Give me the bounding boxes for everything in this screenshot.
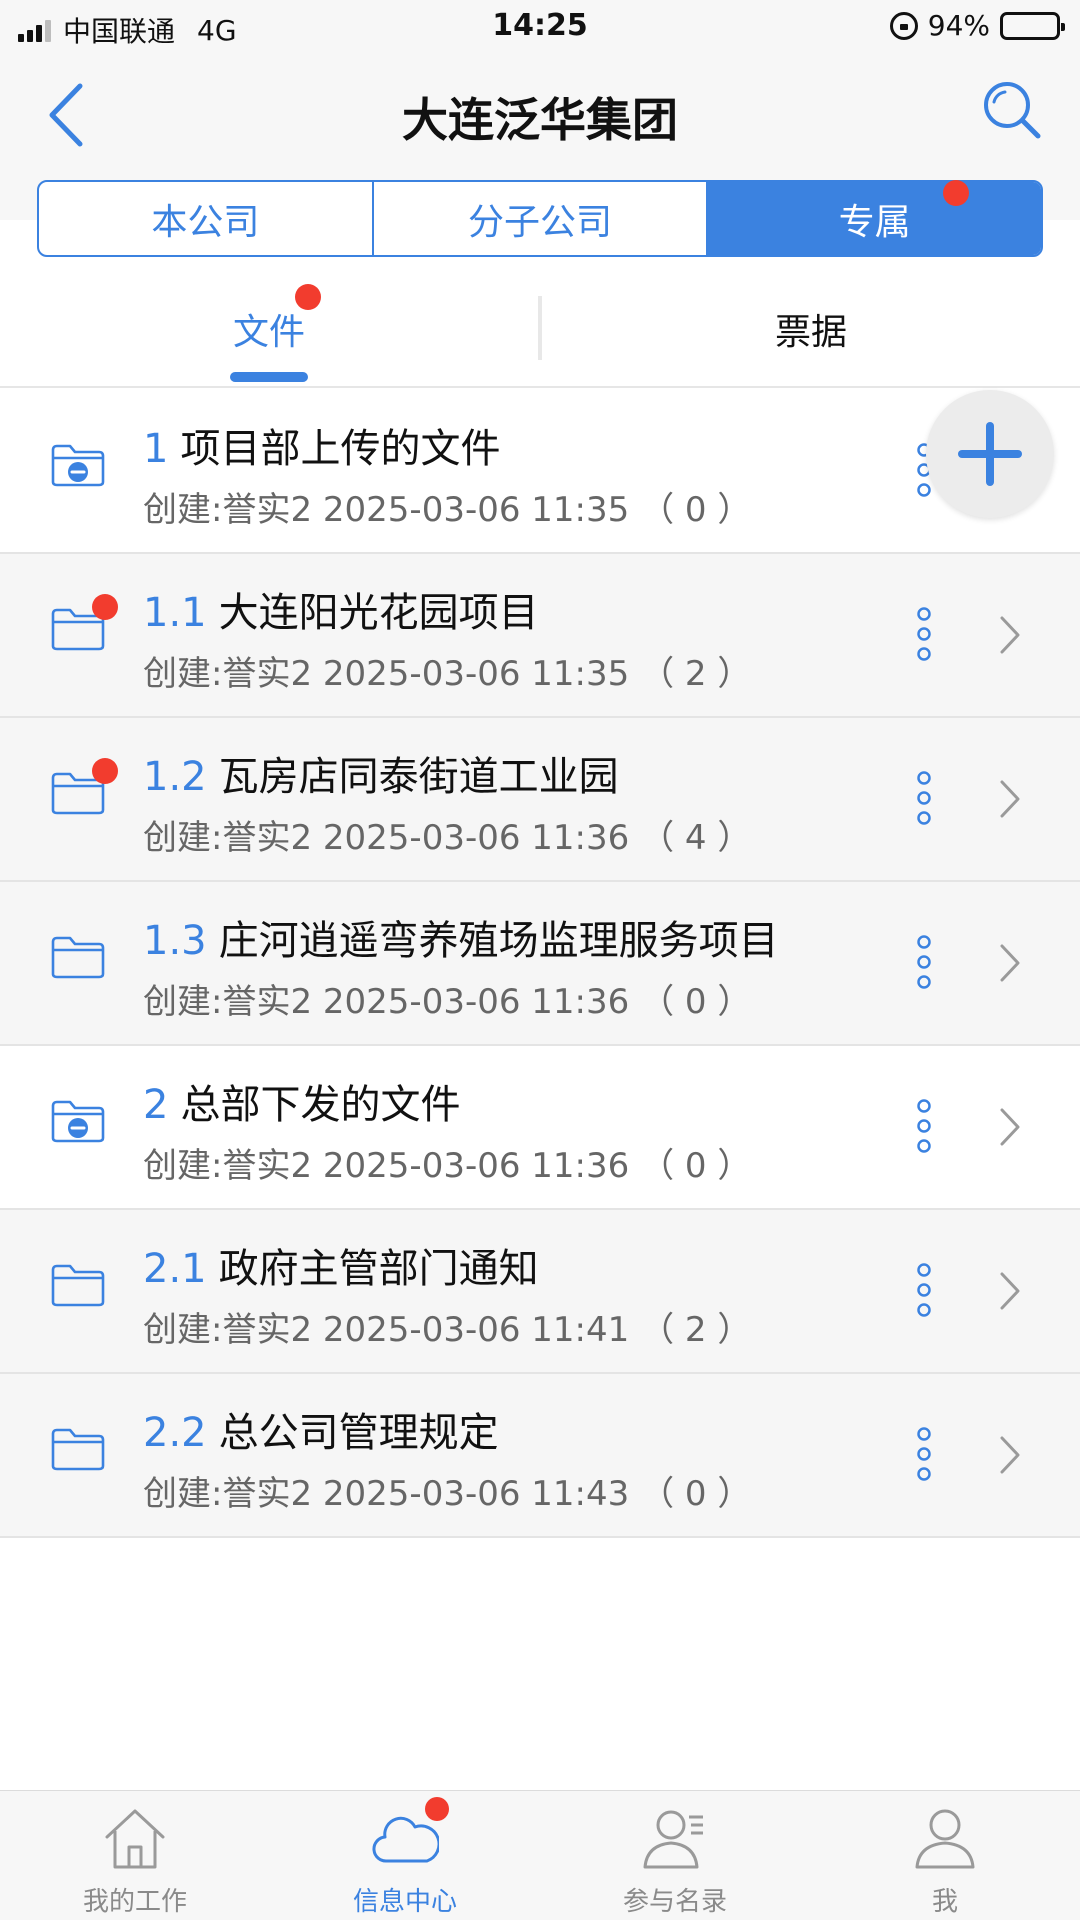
folder-icon xyxy=(50,1262,106,1308)
folder-title: 1.3 庄河逍遥弯养殖场监理服务项目 xyxy=(143,908,779,966)
segment-label: 本公司 xyxy=(151,201,260,243)
add-button[interactable] xyxy=(926,390,1054,518)
folder-name: 庄河逍遥弯养殖场监理服务项目 xyxy=(218,918,779,964)
search-button[interactable] xyxy=(980,78,1044,142)
folder-list: 1 项目部上传的文件 创建:誉实2 2025-03-06 11:35 （ 0 ） … xyxy=(0,390,1080,1538)
folder-number: 2.2 xyxy=(143,1410,207,1456)
search-icon xyxy=(984,82,1041,139)
list-item[interactable]: 1.1 大连阳光花园项目 创建:誉实2 2025-03-06 11:35 （ 2 … xyxy=(0,554,1080,718)
more-options-icon[interactable] xyxy=(914,934,934,990)
rotation-lock-icon xyxy=(889,11,918,40)
folder-name: 总公司管理规定 xyxy=(218,1410,499,1456)
segment-label: 专属 xyxy=(838,201,911,243)
folder-meta: 创建:誉实2 2025-03-06 11:41 （ 2 ） xyxy=(143,1310,752,1350)
chevron-right-icon xyxy=(998,778,1022,820)
sub-tabs: 文件 票据 xyxy=(0,272,1080,388)
tab-directory[interactable]: 参与名录 xyxy=(540,1791,810,1920)
list-item[interactable]: 1.3 庄河逍遥弯养殖场监理服务项目 创建:誉实2 2025-03-06 11:3… xyxy=(0,882,1080,1046)
folder-title: 2.1 政府主管部门通知 xyxy=(143,1236,539,1294)
list-item[interactable]: 2.2 总公司管理规定 创建:誉实2 2025-03-06 11:43 （ 0 ） xyxy=(0,1374,1080,1538)
folder-name: 总部下发的文件 xyxy=(180,1082,461,1128)
tab-label: 文件 xyxy=(232,312,305,353)
folder-meta: 创建:誉实2 2025-03-06 11:35 （ 0 ） xyxy=(143,490,752,530)
folder-meta: 创建:誉实2 2025-03-06 11:36 （ 0 ） xyxy=(143,1146,752,1186)
folder-number: 1 xyxy=(143,426,169,472)
folder-meta: 创建:誉实2 2025-03-06 11:36 （ 0 ） xyxy=(143,982,752,1022)
status-bar: 中国联通 4G 14:25 94% xyxy=(0,0,1080,54)
folder-name: 瓦房店同泰街道工业园 xyxy=(218,754,619,800)
tab-label: 票据 xyxy=(774,312,847,353)
more-options-icon[interactable] xyxy=(914,1098,934,1154)
profile-icon xyxy=(915,1809,975,1869)
shared-folder-icon xyxy=(50,442,106,488)
company-segmented-control: 本公司 分子公司 专属 xyxy=(37,180,1043,257)
folder-title: 2.2 总公司管理规定 xyxy=(143,1400,499,1458)
folder-meta: 创建:誉实2 2025-03-06 11:36 （ 4 ） xyxy=(143,818,752,858)
tab-bar-label: 信息中心 xyxy=(352,1887,457,1917)
segment-subsidiaries[interactable]: 分子公司 xyxy=(374,182,709,255)
more-options-icon[interactable] xyxy=(914,1262,934,1318)
tab-receipts[interactable]: 票据 xyxy=(542,272,1080,386)
segment-this-company[interactable]: 本公司 xyxy=(39,182,374,255)
folder-title: 1.1 大连阳光花园项目 xyxy=(143,580,539,638)
chevron-right-icon xyxy=(998,1270,1022,1312)
folder-title: 2 总部下发的文件 xyxy=(143,1072,460,1130)
folder-name: 项目部上传的文件 xyxy=(180,426,501,472)
battery-icon xyxy=(1000,11,1065,40)
folder-meta: 创建:誉实2 2025-03-06 11:35 （ 2 ） xyxy=(143,654,752,694)
list-item[interactable]: 1 项目部上传的文件 创建:誉实2 2025-03-06 11:35 （ 0 ） xyxy=(0,390,1080,554)
folder-icon xyxy=(50,1426,106,1472)
bottom-tab-bar: 我的工作 信息中心 参与名录 我 xyxy=(0,1790,1080,1920)
notification-dot xyxy=(943,180,970,206)
chevron-right-icon xyxy=(998,1106,1022,1148)
chevron-right-icon xyxy=(998,614,1022,656)
folder-number: 2 xyxy=(143,1082,169,1128)
list-item[interactable]: 2.1 政府主管部门通知 创建:誉实2 2025-03-06 11:41 （ 2 … xyxy=(0,1210,1080,1374)
list-item[interactable]: 2 总部下发的文件 创建:誉实2 2025-03-06 11:36 （ 0 ） xyxy=(0,1046,1080,1210)
tab-info-center[interactable]: 信息中心 xyxy=(270,1791,540,1920)
chevron-right-icon xyxy=(998,942,1022,984)
segment-exclusive[interactable]: 专属 xyxy=(708,180,1042,255)
more-options-icon[interactable] xyxy=(914,770,934,826)
folder-name: 政府主管部门通知 xyxy=(218,1246,539,1292)
plus-icon xyxy=(958,422,1022,486)
folder-number: 1.1 xyxy=(143,590,207,636)
folder-title: 1.2 瓦房店同泰街道工业园 xyxy=(143,744,619,802)
notification-dot xyxy=(92,594,118,620)
battery-percent: 94% xyxy=(927,9,990,42)
chevron-right-icon xyxy=(998,1434,1022,1476)
home-icon xyxy=(105,1809,165,1869)
status-right: 94% xyxy=(889,9,1065,42)
notification-dot xyxy=(295,284,321,310)
list-item[interactable]: 1.2 瓦房店同泰街道工业园 创建:誉实2 2025-03-06 11:36 （ … xyxy=(0,718,1080,882)
shared-folder-icon xyxy=(50,1098,106,1144)
nav-bar: 大连泛华集团 本公司 分子公司 专属 xyxy=(0,54,1080,257)
tab-files[interactable]: 文件 xyxy=(0,272,538,386)
tab-me[interactable]: 我 xyxy=(810,1791,1080,1920)
folder-icon xyxy=(50,934,106,980)
tab-bar-label: 我的工作 xyxy=(82,1887,187,1917)
tab-bar-label: 我 xyxy=(931,1887,958,1917)
tab-bar-label: 参与名录 xyxy=(622,1887,727,1917)
folder-number: 1.3 xyxy=(143,918,207,964)
folder-number: 2.1 xyxy=(143,1246,207,1292)
tab-my-work[interactable]: 我的工作 xyxy=(0,1791,270,1920)
more-options-icon[interactable] xyxy=(914,1426,934,1482)
folder-number: 1.2 xyxy=(143,754,207,800)
more-options-icon[interactable] xyxy=(914,606,934,662)
folder-name: 大连阳光花园项目 xyxy=(218,590,539,636)
active-tab-indicator xyxy=(230,372,308,382)
segment-label: 分子公司 xyxy=(468,201,613,243)
page-title: 大连泛华集团 xyxy=(402,93,678,147)
folder-meta: 创建:誉实2 2025-03-06 11:43 （ 0 ） xyxy=(143,1474,752,1514)
contacts-icon xyxy=(643,1810,703,1869)
notification-dot xyxy=(425,1797,449,1821)
folder-title: 1 项目部上传的文件 xyxy=(143,416,500,474)
notification-dot xyxy=(92,758,118,784)
